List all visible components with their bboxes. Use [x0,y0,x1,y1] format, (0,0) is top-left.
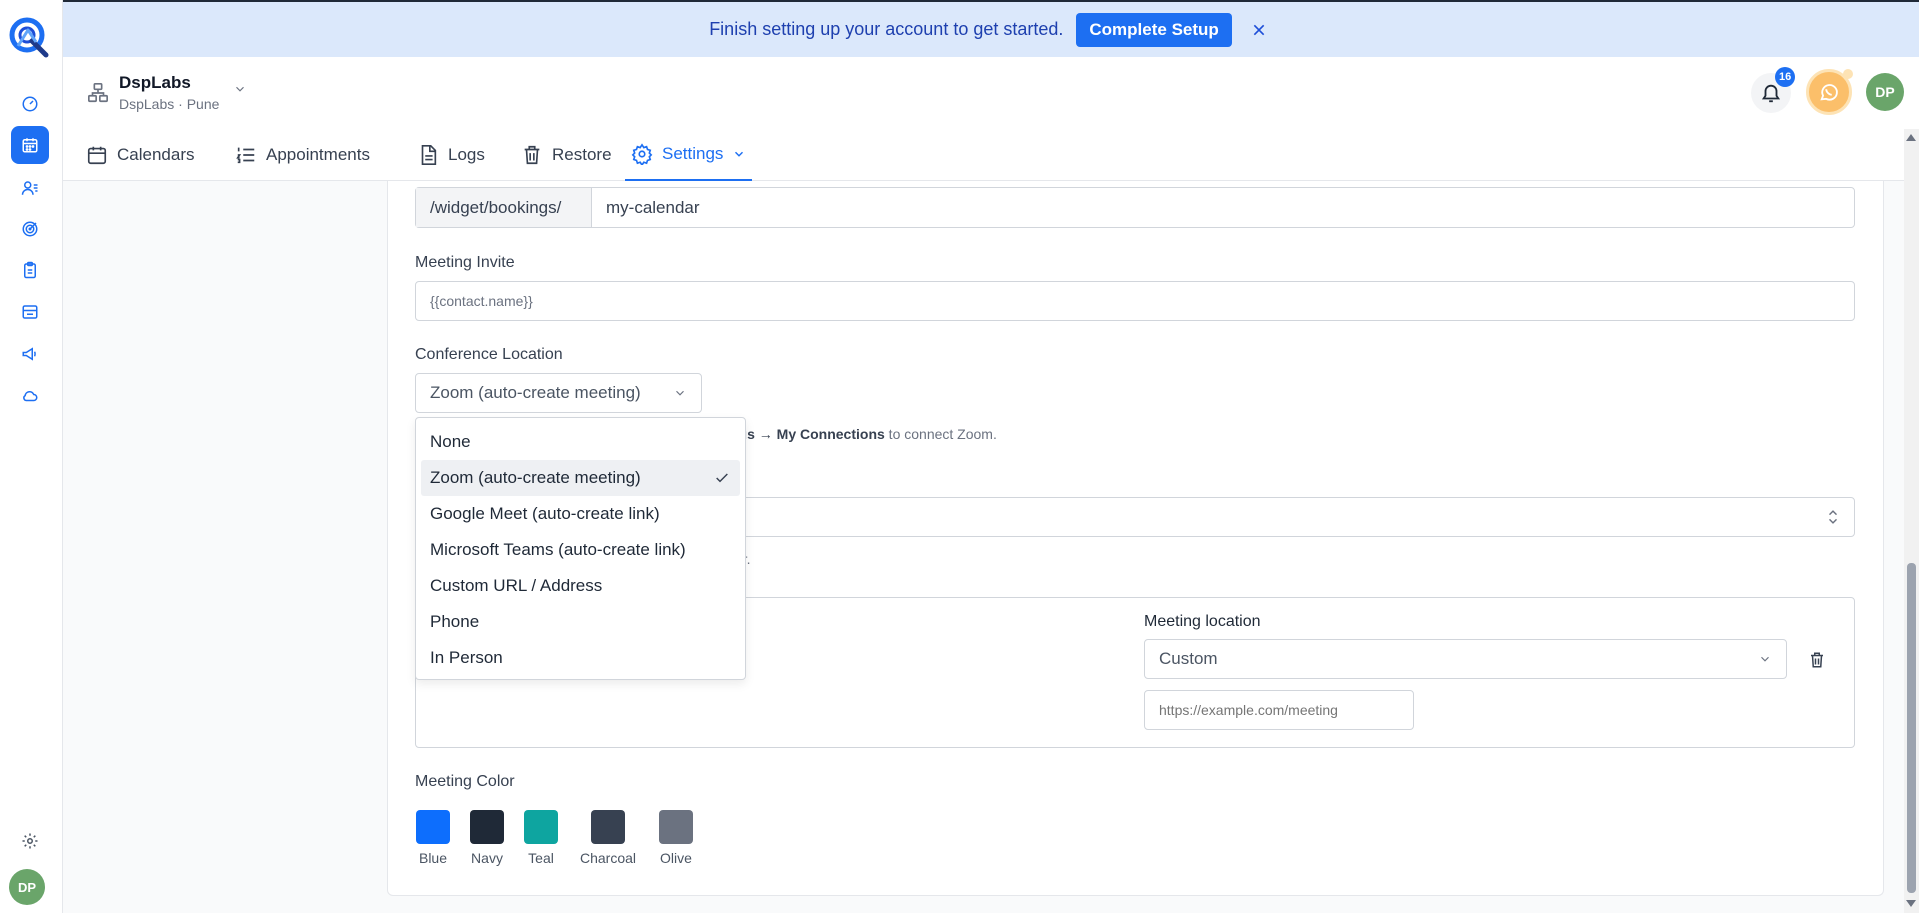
scroll-up-arrow-icon[interactable] [1906,134,1916,141]
complete-setup-button[interactable]: Complete Setup [1076,12,1232,47]
option-label: Zoom (auto-create meeting) [430,468,641,487]
booking-slug-input[interactable] [592,188,1854,227]
chevron-down-icon [735,151,744,157]
dropdown-option[interactable]: Custom URL / Address [421,568,740,604]
tab-label: Logs [448,145,485,164]
chevron-down-icon [676,390,684,396]
clipboard-icon[interactable] [11,251,49,289]
hint-my-connections[interactable]: My Connections [777,426,885,442]
color-swatch-label: Olive [660,850,692,866]
scrollbar-thumb[interactable] [1907,563,1916,893]
option-label: Google Meet (auto-create link) [430,504,660,523]
banner-message: Finish setting up your account to get st… [709,19,1064,39]
inbox-icon[interactable] [11,293,49,331]
document-icon [421,145,437,165]
settings-gear-icon [631,143,653,165]
hint-suffix: to connect Zoom. [884,426,997,442]
whatsapp-icon [1820,84,1838,101]
cloud-icon[interactable] [11,377,49,415]
gear-icon[interactable] [11,822,49,860]
ordered-list-icon [236,147,255,164]
tab-calendars[interactable]: Calendars [86,129,195,181]
color-swatch-label: Charcoal [579,850,637,866]
trash-icon [1811,652,1823,668]
tab-bar: Calendars Appointments Logs Restore Sett… [63,129,1904,181]
meeting-color-label: Meeting Color [415,773,515,790]
dropdown-option[interactable]: Microsoft Teams (auto-create link) [421,532,740,568]
close-icon [1253,24,1265,35]
trash-icon [524,145,540,165]
scroll-down-arrow-icon[interactable] [1906,900,1916,907]
tab-logs[interactable]: Logs [417,129,485,181]
dropdown-option[interactable]: Google Meet (auto-create link) [421,496,740,532]
calendar-icon [87,146,107,165]
org-switcher[interactable]: DspLabs DspLabs · Pune [87,73,247,112]
app-logo-icon[interactable] [8,16,50,58]
dashboard-icon[interactable] [11,85,49,123]
tab-appointments[interactable]: Appointments [235,129,370,181]
option-label: Phone [430,612,480,631]
color-swatch-charcoal[interactable] [591,810,625,844]
color-swatch-olive[interactable] [659,810,693,844]
chevron-down-icon [236,86,245,92]
megaphone-icon[interactable] [11,335,49,373]
check-icon [716,473,728,483]
meeting-url-input[interactable] [1144,690,1414,730]
zoom-connect-hint: ngs → My Connections to connect Zoom. [730,426,997,442]
left-rail: DP [0,0,63,913]
hint-arrow: → [754,426,777,442]
tab-restore[interactable]: Restore [521,129,612,181]
target-icon[interactable] [11,210,49,248]
tab-label: Appointments [266,145,370,164]
meeting-invite-label: Meeting Invite [415,254,515,271]
dropdown-option[interactable]: In Person [421,640,740,676]
close-banner-button[interactable] [1245,16,1273,44]
meeting-location-select[interactable]: Custom [1144,639,1787,679]
chevron-down-icon [1761,656,1769,662]
user-avatar-small[interactable]: DP [9,869,45,905]
tab-label: Restore [552,145,612,164]
conference-location-select[interactable]: Zoom (auto-create meeting) [415,373,702,413]
org-subtitle: DspLabs · Pune [119,96,220,112]
option-label: Microsoft Teams (auto-create link) [430,540,686,559]
option-label: In Person [430,648,503,667]
dropdown-option[interactable]: Zoom (auto-create meeting) [421,460,740,496]
whatsapp-status-dot [1843,69,1853,79]
contacts-icon[interactable] [11,169,49,207]
option-label: Custom URL / Address [430,576,603,595]
setup-banner: Finish setting up your account to get st… [63,0,1919,57]
conference-location-label: Conference Location [415,346,563,363]
org-name: DspLabs [119,73,191,92]
color-swatch-navy[interactable] [470,810,504,844]
meeting-location-label: Meeting location [1144,613,1261,630]
conference-location-dropdown: None Zoom (auto-create meeting) Google Mee… [415,417,746,680]
tab-settings[interactable]: Settings [625,129,753,181]
booking-url-group: /widget/bookings/ [415,187,1855,228]
color-swatch-label: Teal [528,850,554,866]
user-avatar[interactable]: DP [1866,73,1904,111]
booking-url-prefix: /widget/bookings/ [416,188,592,227]
dropdown-option[interactable]: Phone [421,604,740,640]
color-swatch-teal[interactable] [524,810,558,844]
tab-label: Settings [662,144,724,163]
meeting-invite-input[interactable] [415,281,1855,321]
chevron-updown-icon [1828,510,1838,524]
dropdown-option[interactable]: None [421,424,740,460]
org-structure-icon [88,82,108,102]
meeting-location-value: Custom [1159,649,1218,668]
tab-label: Calendars [117,145,195,164]
color-swatch-blue[interactable] [416,810,450,844]
top-header: DspLabs DspLabs · Pune [63,57,1919,129]
option-label: None [430,432,471,451]
delete-location-button[interactable] [1806,649,1828,671]
calendar-nav-icon[interactable] [11,126,49,164]
conference-location-value: Zoom (auto-create meeting) [430,383,641,402]
